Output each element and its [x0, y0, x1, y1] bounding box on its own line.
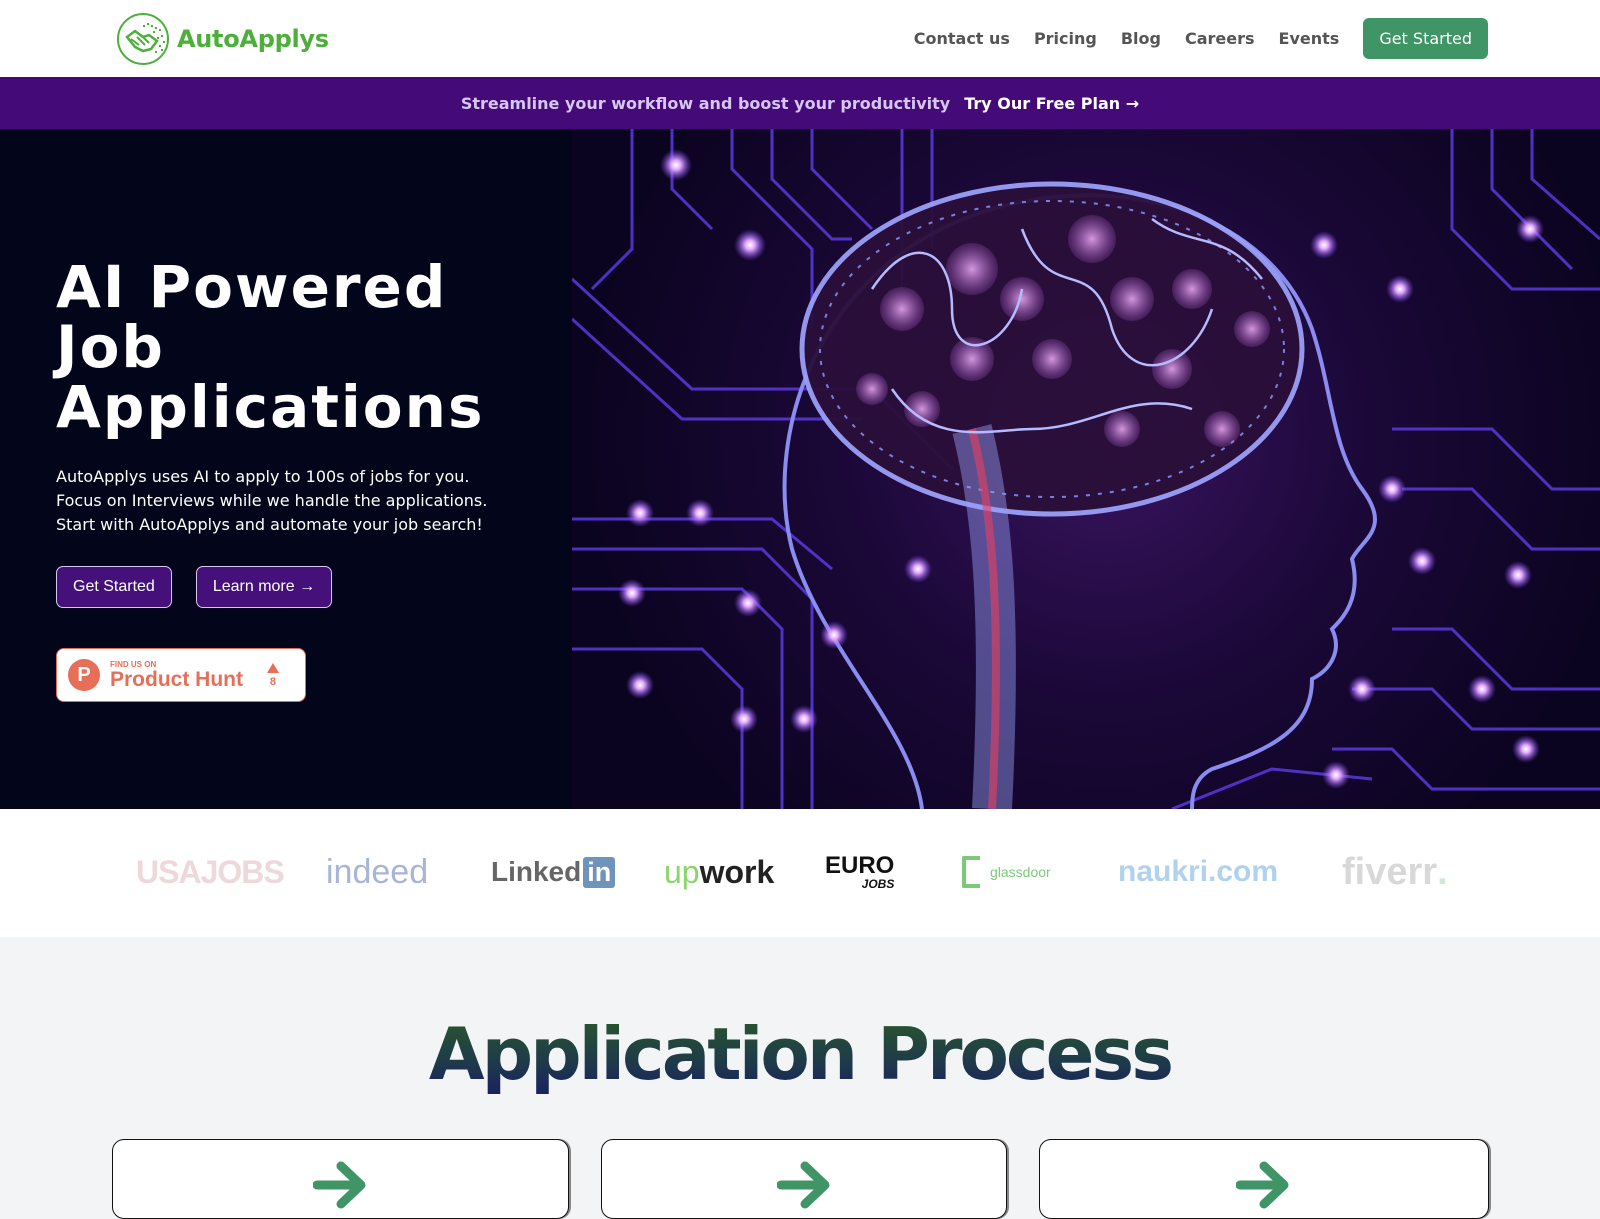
glassdoor-door-icon: [962, 856, 980, 888]
product-hunt-icon: P: [68, 659, 100, 691]
eurojobs-jobs-text: JOBS: [861, 877, 895, 891]
naukri-text: naukri: [1118, 855, 1209, 888]
linkedin-in-badge: in: [583, 856, 616, 888]
fiverr-logo: fiverr .: [1342, 849, 1448, 895]
arrow-right-icon: [777, 1161, 830, 1209]
hero-section: AI Powered Job Applications AutoApplys u…: [0, 129, 1600, 809]
nav-events[interactable]: Events: [1279, 29, 1340, 48]
brand-logo[interactable]: AutoApplys: [117, 13, 329, 65]
learn-more-button[interactable]: Learn more →: [195, 566, 333, 608]
eurojobs-logo: EURO JOBS: [825, 849, 894, 895]
handshake-circuit-icon: [117, 13, 169, 65]
glassdoor-logo: glassdoor: [962, 849, 1051, 895]
linkedin-logo: Linked in: [491, 849, 616, 895]
hero-title: AI Powered Job Applications: [56, 257, 536, 437]
hero-title-line: Job: [56, 313, 165, 381]
main-nav: Contact us Pricing Blog Careers Events G…: [890, 18, 1488, 59]
hero-description: AutoApplys uses AI to apply to 100s of j…: [56, 467, 488, 534]
nav-contact-us[interactable]: Contact us: [914, 29, 1010, 48]
product-hunt-text: FIND US ON Product Hunt: [110, 660, 243, 691]
product-hunt-votes: 8: [266, 662, 279, 688]
site-header: AutoApplys Contact us Pricing Blog Caree…: [0, 0, 1600, 77]
upwork-work-text: work: [699, 853, 775, 890]
usajobs-text: USAJOBS: [136, 853, 285, 890]
hero-get-started-button[interactable]: Get Started: [56, 566, 172, 608]
free-plan-link[interactable]: Try Our Free Plan →: [964, 94, 1139, 113]
promo-banner: Streamline your workflow and boost your …: [0, 77, 1600, 129]
partner-logos: USAJOBS indeed Linked in up work EURO JO…: [0, 809, 1600, 937]
upvote-icon: [266, 662, 279, 673]
banner-text: Streamline your workflow and boost your …: [460, 93, 951, 113]
indeed-logo: indeed: [326, 849, 428, 895]
glassdoor-text: glassdoor: [990, 864, 1051, 880]
process-card: [601, 1139, 1007, 1219]
vote-count: 8: [269, 675, 277, 688]
nav-careers[interactable]: Careers: [1185, 29, 1255, 48]
product-hunt-label: Product Hunt: [110, 667, 243, 691]
application-process-title: Application Process: [0, 1012, 1600, 1096]
upwork-up-text: up: [664, 853, 700, 890]
upwork-logo: up work: [664, 849, 774, 895]
brand-name: AutoApplys: [177, 25, 329, 53]
naukri-logo: naukri .com: [1118, 849, 1278, 895]
linkedin-text: Linked: [491, 856, 582, 887]
hero-title-line: AI Powered: [56, 253, 448, 321]
nav-blog[interactable]: Blog: [1121, 29, 1161, 48]
naukri-dotcom-text: .com: [1208, 855, 1279, 888]
hero-buttons: Get Started Learn more →: [56, 566, 356, 608]
header-get-started-button[interactable]: Get Started: [1363, 18, 1488, 59]
arrow-right-icon: [313, 1161, 366, 1209]
product-hunt-badge[interactable]: P FIND US ON Product Hunt 8: [56, 648, 306, 702]
arrow-right-icon: [1236, 1161, 1289, 1209]
nav-pricing[interactable]: Pricing: [1034, 29, 1097, 48]
fiverr-text: fiverr: [1342, 850, 1438, 893]
indeed-text: indeed: [326, 852, 429, 891]
ai-brain-circuit-image: [572, 129, 1600, 809]
process-card: [1039, 1139, 1489, 1219]
eurojobs-euro-text: EURO: [825, 852, 895, 879]
process-card: [112, 1139, 569, 1219]
usajobs-logo: USAJOBS: [136, 849, 285, 895]
fiverr-dot: .: [1437, 850, 1448, 893]
hero-title-line: Applications: [56, 373, 485, 441]
